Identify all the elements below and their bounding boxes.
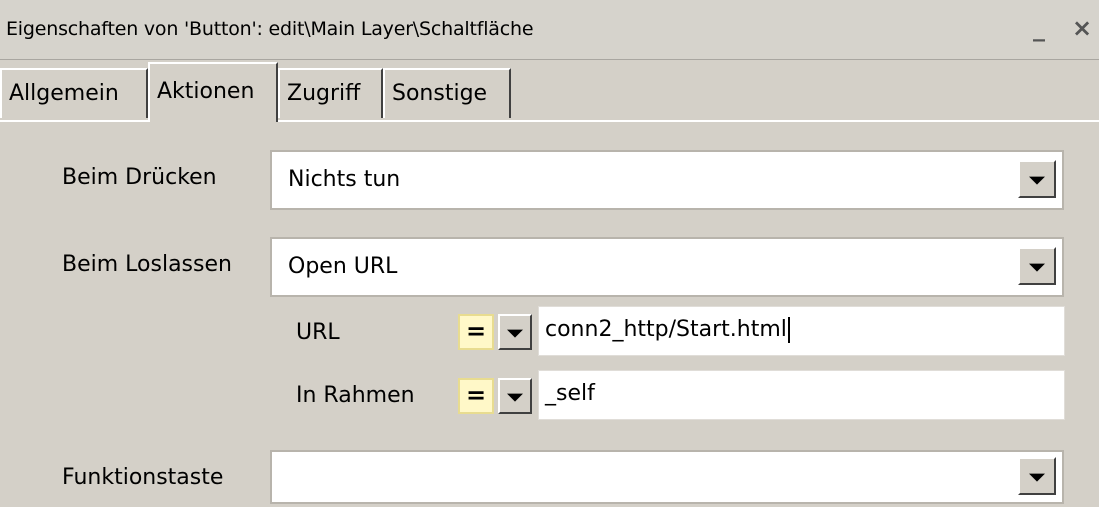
frame-input[interactable]: _self	[538, 370, 1065, 420]
tab-aktionen[interactable]: Aktionen	[148, 62, 278, 122]
tab-zugriff[interactable]: Zugriff	[278, 68, 383, 118]
chevron-down-icon[interactable]	[1018, 247, 1056, 285]
on-press-value: Nichts tun	[288, 167, 401, 192]
on-release-label: Beim Loslassen	[62, 252, 232, 277]
open-url-params: URL = conn2_http/Start.html In Rahmen = …	[272, 298, 1067, 446]
equals-operator-button[interactable]: =	[458, 314, 494, 350]
chevron-down-icon[interactable]	[498, 378, 532, 414]
text-caret	[787, 317, 790, 343]
title-bar: Eigenschaften von 'Button': edit\Main La…	[0, 0, 1099, 60]
on-release-select[interactable]: Open URL	[270, 237, 1064, 297]
tab-sonstige[interactable]: Sonstige	[383, 68, 511, 118]
equals-operator-button[interactable]: =	[458, 378, 494, 414]
on-press-label: Beim Drücken	[62, 165, 217, 190]
on-press-select[interactable]: Nichts tun	[270, 150, 1064, 210]
function-key-label: Funktionstaste	[62, 465, 224, 490]
chevron-down-icon[interactable]	[498, 314, 532, 350]
window-title: Eigenschaften von 'Button': edit\Main La…	[6, 18, 534, 40]
function-key-select[interactable]	[270, 450, 1064, 504]
tab-allgemein[interactable]: Allgemein	[0, 68, 148, 118]
frame-label: In Rahmen	[296, 383, 415, 408]
tab-strip: Allgemein Aktionen Zugriff Sonstige	[0, 60, 1099, 122]
close-icon[interactable]: ×	[1072, 14, 1092, 42]
url-value: conn2_http/Start.html	[545, 317, 787, 342]
url-input[interactable]: conn2_http/Start.html	[538, 306, 1065, 356]
chevron-down-icon[interactable]	[1018, 457, 1056, 495]
url-label: URL	[296, 320, 340, 345]
minimize-icon[interactable]: _	[1033, 14, 1045, 42]
chevron-down-icon[interactable]	[1018, 160, 1056, 198]
on-release-value: Open URL	[288, 254, 398, 279]
